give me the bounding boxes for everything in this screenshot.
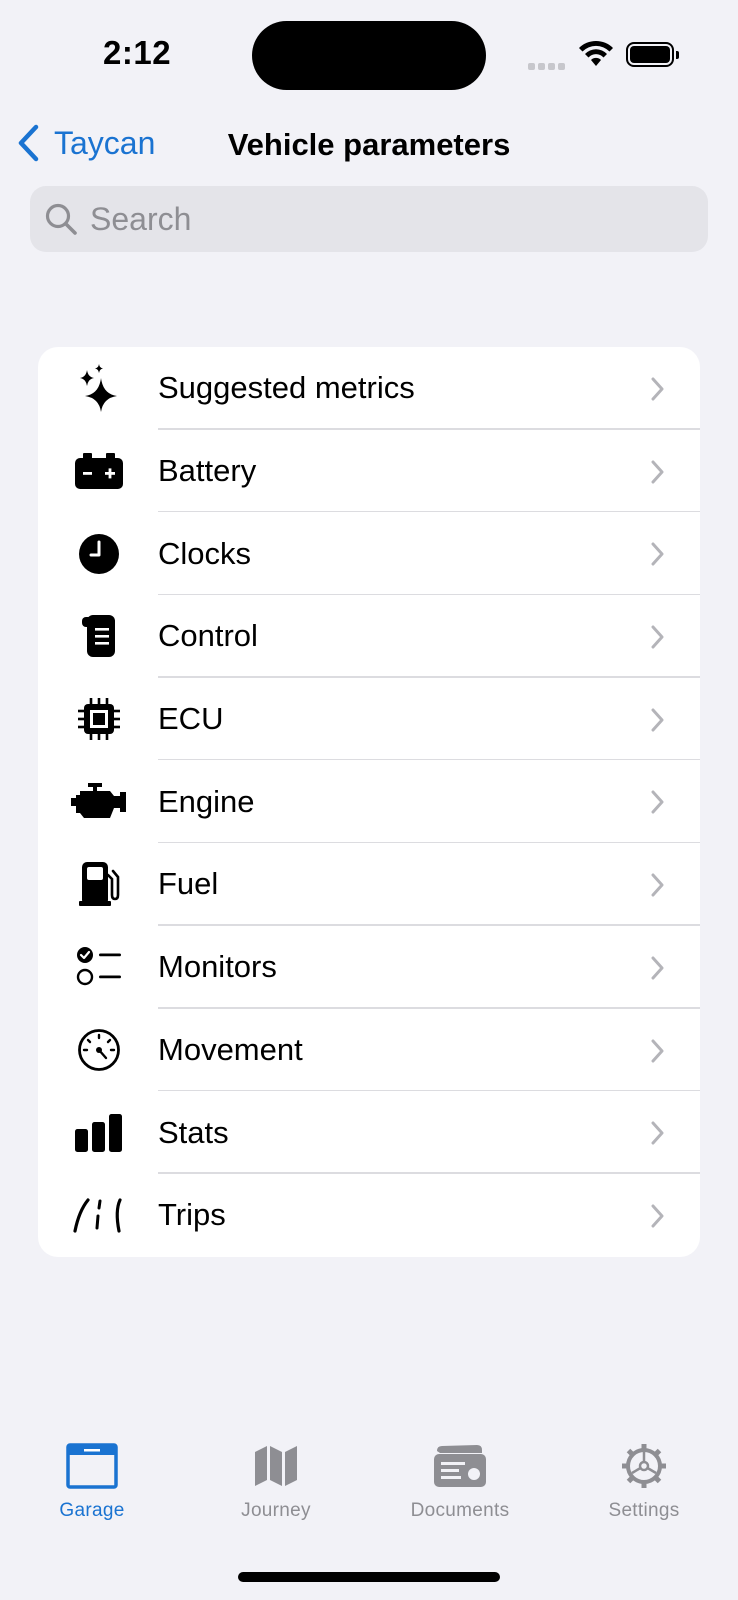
list-item-ecu[interactable]: ECU [38,678,700,761]
status-time: 2:12 [103,34,172,71]
list-item-label: Battery [158,453,257,489]
wifi-icon [578,40,614,73]
tab-label: Journey [241,1500,311,1521]
tab-label: Settings [608,1500,680,1521]
engine-icon [68,771,130,833]
chevron-right-icon [651,1204,664,1228]
search-bar[interactable] [30,186,708,252]
chevron-right-icon [651,625,664,649]
checklist-icon [68,936,130,998]
parameters-list: Suggested metrics Battery Clocks Control… [38,347,700,1257]
cpu-chip-icon [68,688,130,750]
gear-icon [614,1438,674,1494]
fuel-pump-icon [68,853,130,915]
tab-journey[interactable]: Journey [184,1430,368,1550]
list-item-label: Movement [158,1031,303,1067]
chevron-right-icon [651,708,664,732]
bar-chart-icon [68,1102,130,1164]
list-item-label: Stats [158,1114,229,1150]
chevron-right-icon [651,790,664,814]
control-scroll-icon [68,605,130,667]
tab-garage[interactable]: Garage [0,1430,184,1550]
navigation-bar: Taycan Vehicle parameters [0,112,738,172]
cellular-signal-icon [528,57,568,75]
dynamic-island [252,21,486,90]
clock-icon [68,523,130,585]
list-item-clocks[interactable]: Clocks [38,512,700,596]
tab-label: Documents [410,1500,510,1521]
page-title: Vehicle parameters [227,127,511,162]
list-item-movement[interactable]: Movement [38,1009,700,1092]
list-item-stats[interactable]: Stats [38,1091,700,1174]
speedometer-icon [68,1019,130,1081]
list-item-suggested-metrics[interactable]: Suggested metrics [38,347,700,430]
list-item-control[interactable]: Control [38,595,700,678]
list-item-label: Engine [158,783,255,819]
list-item-label: Suggested metrics [158,370,415,406]
list-item-label: Fuel [158,866,219,902]
map-icon [246,1438,306,1494]
list-item-monitors[interactable]: Monitors [38,926,700,1009]
garage-icon [62,1438,122,1494]
list-item-label: Monitors [158,949,277,985]
list-item-label: Trips [158,1197,226,1233]
chevron-right-icon [651,873,664,897]
chevron-right-icon [651,956,664,980]
battery-status-icon [626,42,679,67]
list-item-trips[interactable]: Trips [38,1174,700,1257]
chevron-right-icon [651,1039,664,1062]
list-item-label: Control [158,618,258,654]
chevron-right-icon [651,377,664,401]
tab-label: Garage [59,1500,125,1521]
sparkles-icon [68,357,130,419]
search-input[interactable] [90,200,650,238]
list-item-label: Clocks [158,535,252,571]
chevron-right-icon [651,460,664,484]
list-item-battery[interactable]: Battery [38,430,700,513]
home-indicator[interactable] [238,1572,500,1582]
search-icon [45,203,77,235]
chevron-right-icon [651,542,664,566]
tab-settings[interactable]: Settings [552,1430,736,1550]
chevron-right-icon [651,1121,664,1145]
documents-icon [430,1438,490,1494]
battery-icon [68,440,130,502]
tab-documents[interactable]: Documents [368,1430,552,1550]
list-item-fuel[interactable]: Fuel [38,843,700,926]
list-item-engine[interactable]: Engine [38,760,700,844]
status-bar: 2:12 [0,0,738,110]
road-icon [68,1184,130,1246]
list-item-label: ECU [158,701,224,737]
